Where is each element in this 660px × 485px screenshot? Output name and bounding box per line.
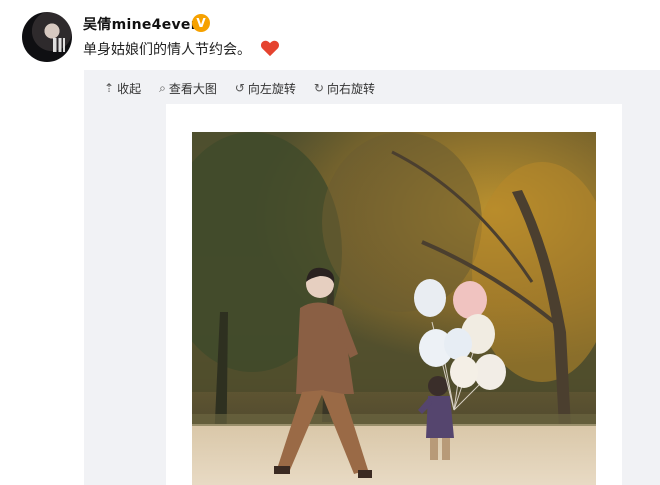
rotate-left-button[interactable]: ↺ 向左旋转 [235,78,296,98]
photo-illustration [192,132,596,485]
rotate-right-icon: ↻ [313,81,324,95]
rotate-right-label: 向右旋转 [326,81,375,96]
search-icon: ⌕ [159,80,166,95]
verified-badge: V [192,14,210,32]
collapse-icon: ⇡ [104,81,115,95]
heart-icon [260,40,280,57]
collapse-button[interactable]: ⇡ 收起 [104,78,141,98]
avatar[interactable] [22,12,72,62]
rotate-right-button[interactable]: ↻ 向右旋转 [314,78,375,98]
view-large-button[interactable]: ⌕ 查看大图 [159,78,217,98]
post-text: 单身姑娘们的情人节约会。 [83,42,251,58]
rotate-left-label: 向左旋转 [247,81,296,96]
rotate-left-icon: ↺ [234,81,245,95]
collapse-label: 收起 [117,81,142,96]
post-photo[interactable] [192,132,596,485]
image-toolbar: ⇡ 收起 ⌕ 查看大图 ↺ 向左旋转 ↻ 向右旋转 [104,78,375,98]
media-panel: ⇡ 收起 ⌕ 查看大图 ↺ 向左旋转 ↻ 向右旋转 [84,70,660,485]
image-card [166,104,622,485]
view-large-label: 查看大图 [168,81,217,96]
post-header: 吴倩mine4ever V 单身姑娘们的情人节约会。 [22,10,652,68]
username-link[interactable]: 吴倩mine4ever [83,14,198,34]
